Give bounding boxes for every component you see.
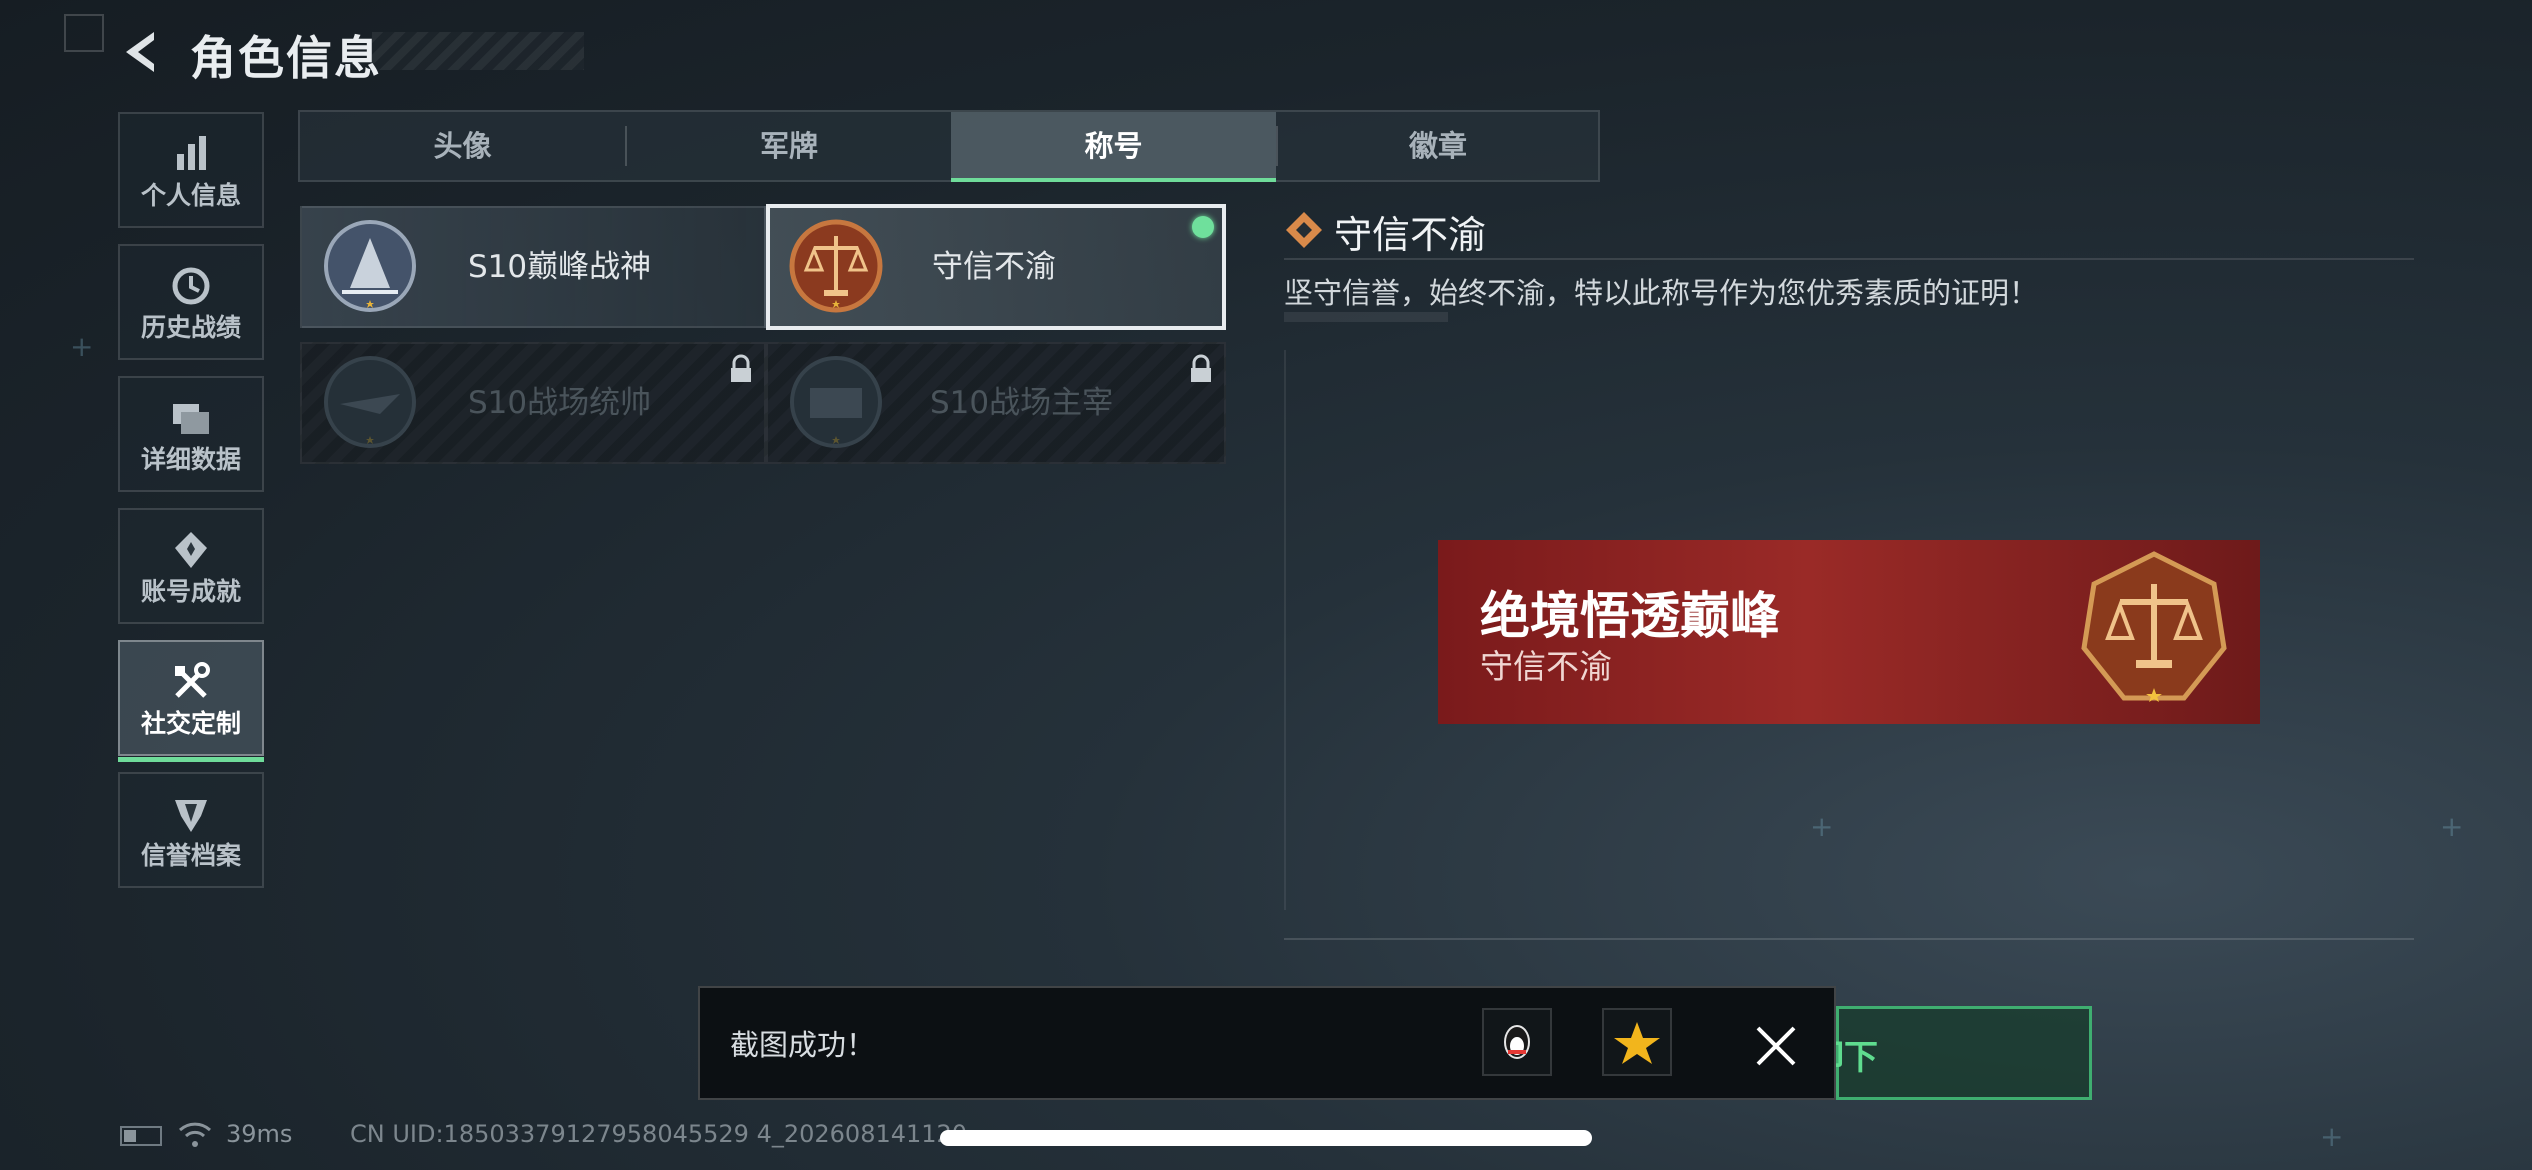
grid-plus-decoration: + [1810, 810, 1834, 843]
credit-icon [175, 800, 207, 832]
grid-plus-decoration: + [2440, 810, 2464, 843]
back-button[interactable] [118, 28, 166, 76]
divider [1284, 938, 2414, 940]
sidebar-item-label: 账号成就 [140, 577, 241, 606]
title-card-name: S10巅峰战神 [468, 249, 652, 285]
title-card-name: S10战场主宰 [930, 385, 1114, 421]
title-card-selected[interactable]: 守信不渝 [766, 204, 1226, 330]
title-card-name: 守信不渝 [932, 249, 1056, 285]
title-card-name: S10战场统帅 [468, 385, 652, 421]
bar-chart-icon [177, 136, 206, 170]
sidebar-item-detailed-data[interactable]: 详细数据 [118, 376, 264, 492]
title-stripes-decoration [372, 32, 584, 70]
lock-icon [1191, 354, 1211, 382]
title-card[interactable]: S10巅峰战神 [300, 206, 766, 328]
tab-avatar[interactable]: 头像 [300, 112, 625, 180]
detail-description: 坚守信誉，始终不渝，特以此称号作为您优秀素质的证明！ [1284, 276, 2039, 310]
equipped-indicator [1192, 216, 1214, 238]
preview-frame [1284, 350, 1286, 910]
peak-warrior-emblem-icon [324, 220, 416, 312]
share-qzone-button[interactable] [1602, 1008, 1672, 1076]
banner-title-text: 守信不渝 [1480, 647, 1612, 686]
tab-badge[interactable]: 徽章 [1278, 112, 1598, 180]
sidebar-item-label: 历史战绩 [140, 313, 241, 342]
sidebar-item-personal-info[interactable]: 个人信息 [118, 112, 264, 228]
achievement-icon [175, 532, 207, 568]
sidebar-item-history[interactable]: 历史战绩 [118, 244, 264, 360]
detail-subtext-placeholder [1284, 312, 1448, 322]
wifi-icon [178, 1122, 212, 1147]
share-qq-button[interactable] [1482, 1008, 1552, 1076]
banner-main-text: 绝境悟透巅峰 [1480, 587, 1780, 645]
toast-message: 截图成功！ [730, 1028, 876, 1062]
sidebar-item-label: 社交定制 [140, 709, 241, 738]
tab-dog-tag[interactable]: 军牌 [627, 112, 951, 180]
title-card-locked[interactable]: S10战场统帅 [300, 342, 766, 464]
lock-icon [731, 354, 751, 382]
commander-emblem-icon [324, 356, 416, 448]
divider [1284, 258, 2414, 260]
sidebar-item-social-custom[interactable]: 社交定制 [118, 640, 264, 762]
ping-text: 39ms [226, 1120, 293, 1148]
star-icon [1614, 1022, 1660, 1064]
tab-title[interactable]: 称号 [951, 112, 1276, 182]
back-arrow-icon [126, 32, 154, 72]
tools-icon [175, 662, 210, 698]
uid-text: CN UID:18503379127958045529 4_2026081411… [350, 1120, 968, 1148]
home-indicator[interactable] [940, 1130, 1592, 1146]
grid-plus-decoration: + [2320, 1120, 2344, 1153]
title-card-locked[interactable]: S10战场主宰 [766, 342, 1226, 464]
corner-decoration [64, 14, 104, 52]
dominator-emblem-icon [790, 356, 882, 448]
detail-title: 守信不渝 [1334, 213, 1487, 257]
diamond-icon [1286, 212, 1322, 248]
sidebar-item-label: 信誉档案 [140, 841, 241, 870]
sidebar-item-label: 个人信息 [140, 181, 241, 210]
sidebar-item-achievements[interactable]: 账号成就 [118, 508, 264, 624]
scales-emblem-icon [789, 219, 883, 313]
page-title: 角色信息 [190, 31, 382, 85]
close-icon[interactable] [1752, 1022, 1800, 1070]
grid-plus-decoration: + [70, 330, 94, 363]
sidebar-item-label: 详细数据 [140, 445, 241, 474]
scales-emblem-icon [2081, 551, 2227, 702]
folder-icon [173, 404, 209, 434]
sidebar-item-credit-record[interactable]: 信誉档案 [118, 772, 264, 888]
history-icon [172, 267, 210, 305]
tab-bar: 头像 军牌 称号 徽章 [298, 110, 1600, 182]
battery-icon [120, 1126, 162, 1146]
penguin-icon [1504, 1025, 1530, 1059]
